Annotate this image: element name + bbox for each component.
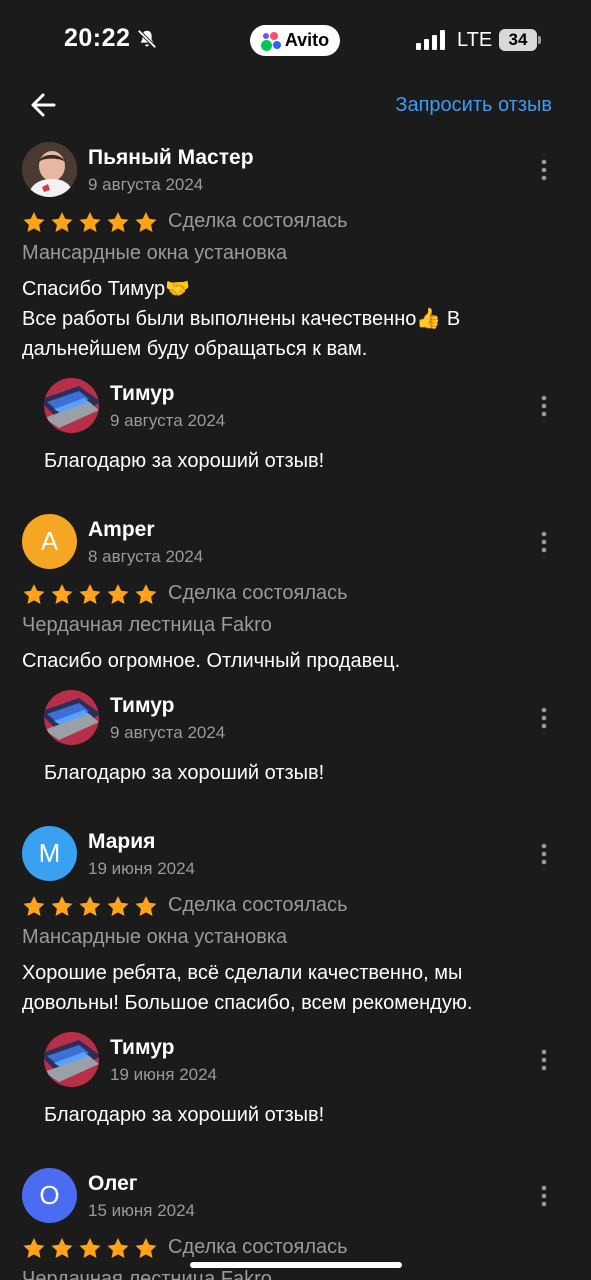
- rating-row: Сделка состоялась: [22, 894, 348, 917]
- star-icon: [23, 1237, 45, 1258]
- reply-date: 19 июня 2024: [110, 1065, 218, 1084]
- more-options-icon[interactable]: [538, 530, 550, 554]
- avatar-initial: О: [39, 1180, 60, 1210]
- user-avatar[interactable]: О: [22, 1168, 77, 1223]
- review-date: 8 августа 2024: [88, 547, 204, 566]
- battery-level: 34: [499, 29, 537, 51]
- review-text: Спасибо огромное. Отличный продавец.: [22, 646, 562, 676]
- user-photo-icon: [22, 142, 77, 197]
- seller-avatar[interactable]: [44, 690, 99, 745]
- review-text-line: Хорошие ребята, всё сделали качественно,…: [22, 962, 463, 984]
- more-options-icon[interactable]: [538, 158, 550, 182]
- review-text-line: Все работы были выполнены качественно👍 В: [22, 308, 461, 330]
- avatar-initial: A: [40, 526, 59, 556]
- star-icon: [51, 895, 73, 916]
- status-time: 20:22: [64, 24, 131, 52]
- user-avatar[interactable]: М: [22, 826, 77, 881]
- home-indicator[interactable]: [190, 1262, 402, 1268]
- battery-icon: 34: [499, 29, 541, 51]
- more-options-icon[interactable]: [538, 1048, 550, 1072]
- rating-row: Сделка состоялась: [22, 582, 348, 605]
- reply-date: 9 августа 2024: [110, 411, 226, 430]
- signal-icon: [416, 30, 445, 50]
- review-text-line: дальнейшем буду обращаться к вам.: [22, 338, 368, 360]
- seller-avatar[interactable]: [44, 1032, 99, 1087]
- review-author[interactable]: Amper: [88, 518, 155, 542]
- avito-logo-icon: [260, 31, 281, 51]
- status-bar: 20:22 Avito LTE 34: [0, 0, 591, 80]
- star-icon: [79, 211, 101, 232]
- seller-avatar[interactable]: [44, 378, 99, 433]
- reply-text: Благодарю за хороший отзыв!: [44, 762, 325, 784]
- star-rating: [22, 895, 158, 917]
- avito-brand-label: Avito: [284, 30, 330, 50]
- star-icon: [51, 1237, 73, 1258]
- star-icon: [135, 583, 157, 604]
- deal-status: Сделка состоялась: [168, 210, 348, 232]
- star-icon: [107, 583, 129, 604]
- review-author[interactable]: Мария: [88, 830, 155, 854]
- star-icon: [51, 211, 73, 232]
- review-text: Спасибо Тимур🤝 Все работы были выполнены…: [22, 274, 562, 364]
- review-author[interactable]: Олег: [88, 1172, 138, 1196]
- user-avatar[interactable]: A: [22, 514, 77, 569]
- reply-author[interactable]: Тимур: [110, 382, 174, 406]
- star-icon: [135, 895, 157, 916]
- deal-status: Сделка состоялась: [168, 894, 348, 916]
- star-icon: [79, 895, 101, 916]
- review-text-line: довольны! Большое спасибо, всем рекоменд…: [22, 992, 473, 1014]
- request-review-button[interactable]: Запросить отзыв: [395, 94, 552, 117]
- more-options-icon[interactable]: [538, 1184, 550, 1208]
- star-icon: [23, 211, 45, 232]
- item-title[interactable]: Мансардные окна установка: [22, 242, 287, 265]
- item-title[interactable]: Чердачная лестница Fakro: [22, 614, 272, 637]
- reply-date: 9 августа 2024: [110, 723, 226, 742]
- seller-photo-icon: [44, 1032, 99, 1087]
- review-text-line: Спасибо огромное. Отличный продавец.: [22, 650, 401, 672]
- star-rating: [22, 1237, 158, 1259]
- review-text-line: Спасибо Тимур🤝: [22, 278, 190, 300]
- star-icon: [107, 895, 129, 916]
- deal-status: Сделка состоялась: [168, 582, 348, 604]
- more-options-icon[interactable]: [538, 842, 550, 866]
- star-icon: [51, 583, 73, 604]
- avito-app-pill[interactable]: Avito: [250, 25, 340, 56]
- avatar-initial: М: [38, 838, 61, 868]
- reply-text: Благодарю за хороший отзыв!: [44, 450, 325, 472]
- bell-off-icon: [137, 29, 157, 49]
- star-rating: [22, 583, 158, 605]
- rating-row: Сделка состоялась: [22, 210, 348, 233]
- top-bar: Запросить отзыв: [0, 80, 591, 132]
- seller-photo-icon: [44, 378, 99, 433]
- star-icon: [135, 1237, 157, 1258]
- deal-status: Сделка состоялась: [168, 1236, 348, 1258]
- review-date: 19 июня 2024: [88, 859, 196, 878]
- star-icon: [23, 895, 45, 916]
- review-date: 15 июня 2024: [88, 1201, 196, 1220]
- star-icon: [79, 1237, 101, 1258]
- more-options-icon[interactable]: [538, 394, 550, 418]
- reply-author[interactable]: Тимур: [110, 694, 174, 718]
- review-author[interactable]: Пьяный Мастер: [88, 146, 254, 170]
- star-icon: [107, 1237, 129, 1258]
- star-rating: [22, 211, 158, 233]
- more-options-icon[interactable]: [538, 706, 550, 730]
- network-type: LTE: [457, 29, 493, 51]
- item-title[interactable]: Чердачная лестница Fakro: [22, 1268, 272, 1280]
- seller-photo-icon: [44, 690, 99, 745]
- item-title[interactable]: Мансардные окна установка: [22, 926, 287, 949]
- star-icon: [79, 583, 101, 604]
- reply-text: Благодарю за хороший отзыв!: [44, 1104, 325, 1126]
- review-text: Хорошие ребята, всё сделали качественно,…: [22, 958, 562, 1018]
- star-icon: [107, 211, 129, 232]
- star-icon: [135, 211, 157, 232]
- back-arrow-icon[interactable]: [28, 90, 60, 120]
- review-date: 9 августа 2024: [88, 175, 204, 194]
- reply-author[interactable]: Тимур: [110, 1036, 174, 1060]
- rating-row: Сделка состоялась: [22, 1236, 348, 1259]
- star-icon: [23, 583, 45, 604]
- user-avatar[interactable]: [22, 142, 77, 197]
